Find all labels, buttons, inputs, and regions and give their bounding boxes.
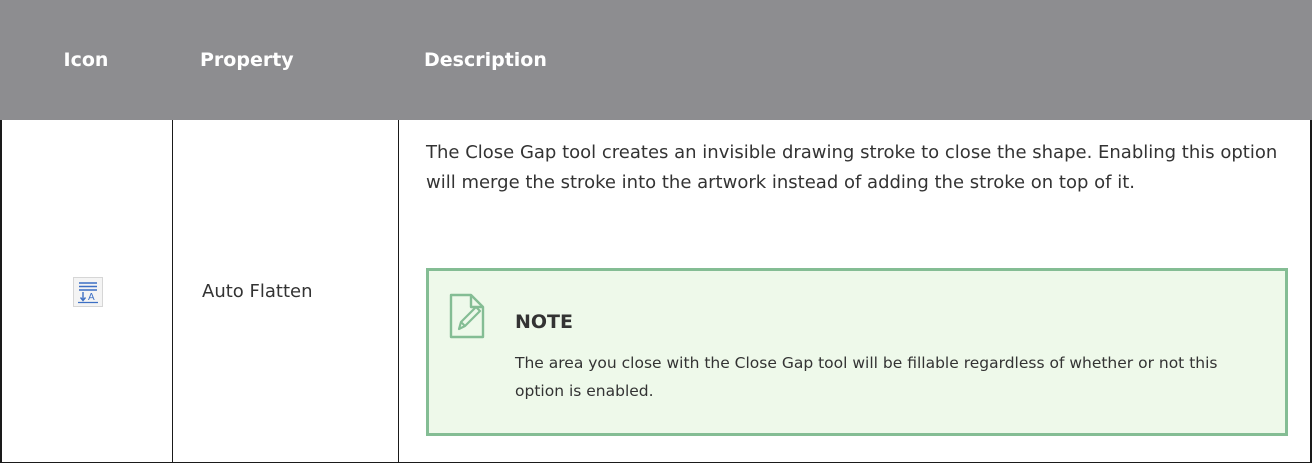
icon-cell: A <box>2 120 174 463</box>
note-text: The area you close with the Close Gap to… <box>515 354 1218 400</box>
note-title: NOTE <box>515 311 573 333</box>
auto-flatten-icon: A <box>73 276 103 307</box>
column-divider <box>398 120 399 462</box>
header-description: Description <box>424 49 547 71</box>
note-box: NOTE The area you close with the Close G… <box>426 268 1288 436</box>
description-text: The Close Gap tool creates an invisible … <box>426 142 1278 193</box>
property-name: Auto Flatten <box>202 281 313 302</box>
header-property: Property <box>200 49 294 71</box>
table-header-row: Icon Property Description <box>0 0 1312 120</box>
auto-flatten-icon-glyph: A <box>88 292 95 303</box>
note-pencil-icon <box>449 293 485 339</box>
header-icon: Icon <box>63 49 109 71</box>
table-row: A Auto Flatten The Close Gap tool create… <box>0 120 1312 463</box>
property-table: Icon Property Description A Auto Flatten… <box>0 0 1312 463</box>
